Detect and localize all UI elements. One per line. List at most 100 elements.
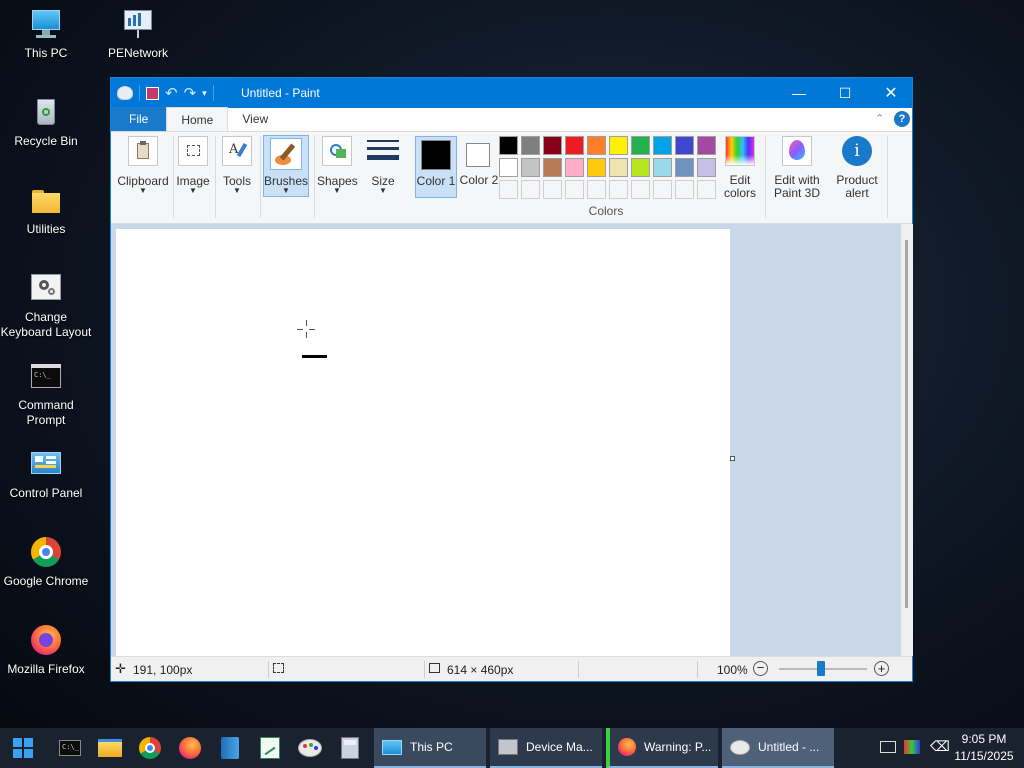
display-icon[interactable] [904, 740, 920, 754]
taskbar-app-device-manager[interactable]: Device Ma... [490, 728, 602, 768]
palette-swatch[interactable] [697, 136, 716, 155]
maximize-button[interactable]: ☐ [822, 78, 868, 108]
palette-swatch[interactable] [565, 136, 584, 155]
save-icon[interactable] [146, 86, 159, 100]
zoom-level: 100% [717, 663, 748, 677]
desktop-icon-this-pc[interactable]: This PC [0, 8, 92, 61]
desktop-icon-label: Recycle Bin [14, 134, 78, 148]
palette-empty-slot[interactable] [543, 180, 562, 199]
firefox-icon [30, 624, 62, 656]
taskbar-chrome[interactable] [130, 728, 170, 768]
taskbar-app-paint[interactable]: Untitled - ... [722, 728, 834, 768]
brushes-button[interactable]: Brushes ▼ [263, 135, 309, 197]
desktop-icon-change-keyboard-layout[interactable]: Change Keyboard Layout [0, 272, 92, 340]
palette-swatch[interactable] [631, 136, 650, 155]
monitor-icon [30, 8, 62, 40]
shapes-button[interactable]: Shapes ▼ [317, 132, 358, 224]
taskbar-firefox[interactable] [170, 728, 210, 768]
tab-view[interactable]: View [228, 107, 282, 131]
taskbar-terminal[interactable]: C:\_ [50, 728, 90, 768]
size-button[interactable]: Size ▼ [363, 132, 403, 224]
taskbar-app-warning[interactable]: Warning: P... [606, 728, 718, 768]
palette-empty-slot[interactable] [565, 180, 584, 199]
canvas-resize-handle[interactable] [730, 456, 735, 461]
palette-swatch[interactable] [609, 136, 628, 155]
desktop-icon-utilities[interactable]: Utilities [0, 184, 92, 237]
zoom-slider-thumb[interactable] [817, 661, 825, 676]
image-button[interactable]: Image ▼ [175, 132, 211, 224]
ribbon-tabs: File Home View ⌃ ? [111, 107, 912, 132]
desktop-icon-label: Utilities [26, 222, 66, 236]
network-icon[interactable] [880, 741, 896, 753]
minimize-button[interactable]: — [776, 78, 822, 108]
scrollbar-thumb[interactable] [905, 240, 908, 608]
desktop-icon-penetwork[interactable]: PENetwork [92, 8, 184, 61]
palette-swatch[interactable] [653, 136, 672, 155]
tools-button[interactable]: A Tools ▼ [217, 132, 257, 224]
edit-colors-button[interactable]: Edit colors [719, 132, 761, 224]
clock-date[interactable]: 11/15/2025 [944, 749, 1024, 763]
taskbar-notepad[interactable] [210, 728, 250, 768]
palette-swatch[interactable] [675, 158, 694, 177]
settings-gear-icon [30, 272, 62, 304]
palette-empty-slot[interactable] [587, 180, 606, 199]
close-button[interactable]: ✕ [868, 78, 914, 108]
palette-empty-slot[interactable] [609, 180, 628, 199]
desktop-icon-mozilla-firefox[interactable]: Mozilla Firefox [0, 624, 92, 677]
desktop-icon-control-panel[interactable]: Control Panel [0, 448, 92, 501]
palette-swatch[interactable] [543, 136, 562, 155]
edit-paint3d-button[interactable]: Edit with Paint 3D [767, 132, 827, 224]
palette-swatch[interactable] [609, 158, 628, 177]
palette-swatch[interactable] [587, 158, 606, 177]
drawing-canvas[interactable] [116, 229, 730, 656]
palette-swatch[interactable] [543, 158, 562, 177]
taskbar-paint[interactable] [290, 728, 330, 768]
palette-swatch[interactable] [675, 136, 694, 155]
palette-swatch[interactable] [697, 158, 716, 177]
palette-empty-slot[interactable] [697, 180, 716, 199]
palette-empty-slot[interactable] [521, 180, 540, 199]
taskbar-file-explorer[interactable] [90, 728, 130, 768]
start-button[interactable] [0, 728, 46, 768]
palette-swatch[interactable] [521, 136, 540, 155]
palette-swatch[interactable] [587, 136, 606, 155]
status-divider [697, 661, 698, 678]
redo-icon[interactable]: ↷ [184, 84, 197, 102]
desktop-icon-command-prompt[interactable]: C:\_ Command Prompt [0, 360, 92, 428]
desktop-icon-recycle-bin[interactable]: Recycle Bin [0, 96, 92, 149]
palette-empty-slot[interactable] [653, 180, 672, 199]
clock-time[interactable]: 9:05 PM [944, 732, 1024, 746]
taskbar-app-this-pc[interactable]: This PC [374, 728, 486, 768]
palette-empty-slot[interactable] [499, 180, 518, 199]
tab-home[interactable]: Home [166, 107, 229, 131]
vertical-scrollbar[interactable] [901, 224, 913, 656]
title-bar[interactable]: ↶ ↷ ▾ Untitled - Paint — ☐ ✕ [111, 78, 912, 108]
color1-button[interactable]: Color 1 [415, 136, 457, 198]
palette-swatch[interactable] [631, 158, 650, 177]
dropdown-arrow-icon: ▼ [282, 186, 290, 195]
brush-icon [270, 138, 302, 170]
color2-button[interactable]: Color 2 [459, 132, 499, 224]
ribbon-separator [765, 136, 766, 218]
cursor-position-icon: ✛ [115, 661, 126, 676]
zoom-out-button[interactable]: − [753, 661, 768, 676]
help-icon[interactable]: ? [894, 111, 910, 127]
zoom-in-button[interactable]: + [874, 661, 889, 676]
desktop-icon-google-chrome[interactable]: Google Chrome [0, 536, 92, 589]
undo-icon[interactable]: ↶ [165, 84, 178, 102]
taskbar-calculator[interactable] [330, 728, 370, 768]
paint-app-icon[interactable] [117, 86, 133, 100]
product-alert-button[interactable]: i Product alert [829, 132, 885, 224]
palette-swatch[interactable] [499, 136, 518, 155]
tab-file[interactable]: File [111, 107, 167, 131]
palette-empty-slot[interactable] [675, 180, 694, 199]
clipboard-button[interactable]: Clipboard ▼ [115, 132, 171, 224]
palette-swatch[interactable] [521, 158, 540, 177]
palette-swatch[interactable] [499, 158, 518, 177]
customize-qat-icon[interactable]: ▾ [202, 88, 207, 99]
palette-swatch[interactable] [653, 158, 672, 177]
collapse-ribbon-icon[interactable]: ⌃ [875, 112, 884, 125]
taskbar-editor[interactable] [250, 728, 290, 768]
palette-swatch[interactable] [565, 158, 584, 177]
palette-empty-slot[interactable] [631, 180, 650, 199]
